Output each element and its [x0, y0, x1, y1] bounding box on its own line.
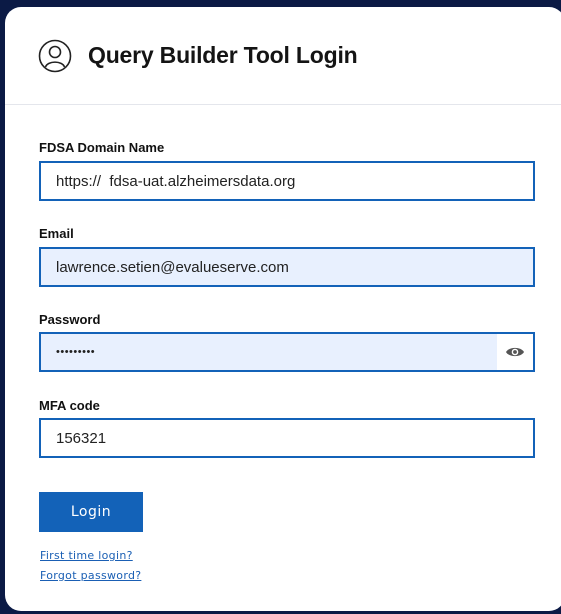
page-title: Query Builder Tool Login [88, 42, 358, 68]
domain-input[interactable]: https:// fdsa-uat.alzheimersdata.org [39, 161, 535, 201]
mfa-label: MFA code [39, 398, 100, 413]
password-input[interactable]: ••••••••• [39, 332, 535, 372]
mfa-input[interactable]: 156321 [39, 418, 535, 458]
eye-icon[interactable] [497, 334, 533, 370]
card-header: Query Builder Tool Login [5, 7, 561, 105]
password-input-value: ••••••••• [56, 346, 96, 358]
email-input[interactable]: lawrence.setien@evalueserve.com [39, 247, 535, 287]
password-label: Password [39, 312, 101, 327]
domain-label: FDSA Domain Name [39, 140, 165, 155]
email-input-value: lawrence.setien@evalueserve.com [56, 258, 289, 276]
first-time-login-link[interactable]: First time login? [40, 549, 133, 562]
domain-input-value: https:// fdsa-uat.alzheimersdata.org [56, 172, 296, 190]
email-label: Email [39, 226, 74, 241]
mfa-input-value: 156321 [56, 429, 107, 447]
forgot-password-link[interactable]: Forgot password? [40, 569, 141, 582]
login-button[interactable]: Login [39, 492, 143, 532]
user-circle-icon [38, 39, 72, 73]
login-card: Query Builder Tool Login FDSA Domain Nam… [5, 7, 561, 611]
